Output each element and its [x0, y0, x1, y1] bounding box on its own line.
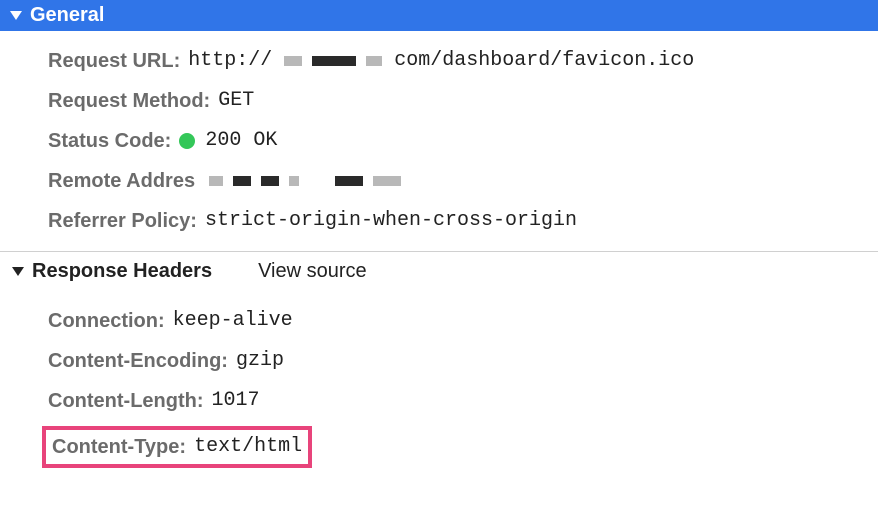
request-method-value: GET — [218, 86, 254, 116]
content-type-label: Content-Type: — [52, 432, 186, 462]
redacted-host-icon — [278, 56, 388, 66]
status-code-label: Status Code: — [48, 126, 171, 156]
remote-address-label: Remote Addres — [48, 166, 195, 196]
request-method-label: Request Method: — [48, 86, 210, 116]
request-method-row: Request Method: GET — [48, 81, 878, 121]
referrer-policy-row: Referrer Policy: strict-origin-when-cros… — [48, 201, 878, 241]
general-section-body: Request URL: http:// com/dashboard/favic… — [0, 31, 878, 245]
content-length-label: Content-Length: — [48, 386, 204, 416]
referrer-policy-value: strict-origin-when-cross-origin — [205, 206, 577, 236]
request-url-prefix: http:// — [188, 46, 272, 76]
request-url-suffix: com/dashboard/favicon.ico — [394, 46, 694, 76]
connection-row: Connection: keep-alive — [48, 301, 878, 341]
content-length-value: 1017 — [212, 386, 260, 416]
response-headers-body: Connection: keep-alive Content-Encoding:… — [0, 291, 878, 477]
content-encoding-row: Content-Encoding: gzip — [48, 341, 878, 381]
status-dot-icon — [179, 133, 195, 149]
content-encoding-label: Content-Encoding: — [48, 346, 228, 376]
connection-label: Connection: — [48, 306, 165, 336]
response-headers-section-header[interactable]: Response Headers View source — [0, 251, 878, 291]
response-headers-title: Response Headers — [32, 260, 212, 283]
content-type-value: text/html — [194, 432, 302, 462]
status-code-value: 200 OK — [179, 126, 277, 156]
general-section-header[interactable]: General — [0, 0, 878, 31]
remote-address-row: Remote Addres — [48, 161, 878, 201]
redacted-address-icon — [203, 176, 305, 186]
redacted-address-icon-2 — [329, 176, 407, 186]
status-code-text: 200 OK — [205, 126, 277, 156]
general-section-title: General — [30, 4, 104, 27]
chevron-down-icon — [10, 11, 22, 20]
referrer-policy-label: Referrer Policy: — [48, 206, 197, 236]
content-type-row: Content-Type: text/html — [48, 421, 878, 473]
status-code-row: Status Code: 200 OK — [48, 121, 878, 161]
content-type-highlight: Content-Type: text/html — [42, 426, 312, 468]
request-url-value: http:// com/dashboard/favicon.ico — [188, 46, 694, 76]
content-encoding-value: gzip — [236, 346, 284, 376]
chevron-down-icon — [12, 267, 24, 276]
view-source-link[interactable]: View source — [258, 260, 367, 283]
request-url-label: Request URL: — [48, 46, 180, 76]
content-length-row: Content-Length: 1017 — [48, 381, 878, 421]
remote-address-value — [203, 176, 407, 186]
connection-value: keep-alive — [173, 306, 293, 336]
request-url-row: Request URL: http:// com/dashboard/favic… — [48, 41, 878, 81]
